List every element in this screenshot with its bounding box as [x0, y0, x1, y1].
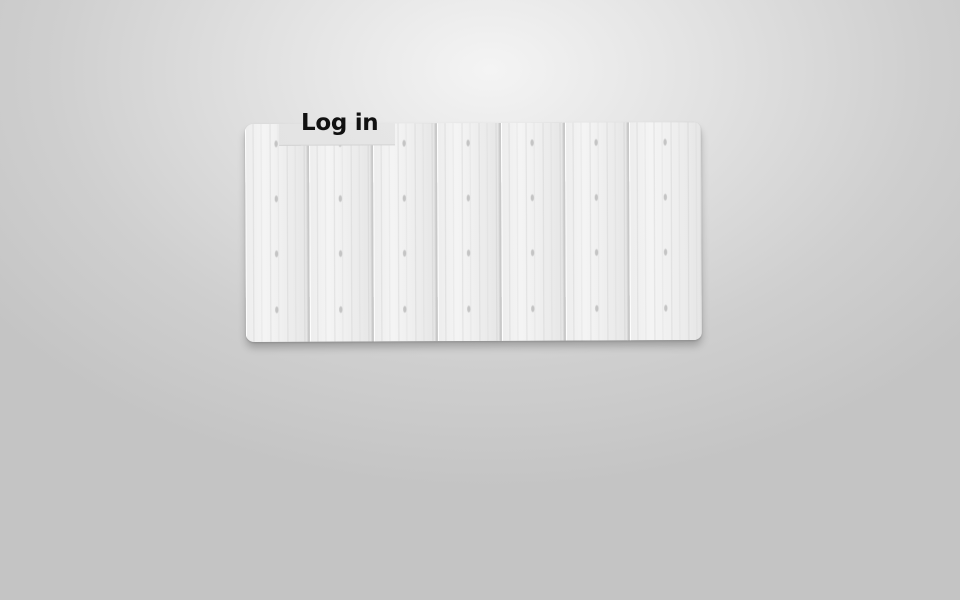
wood-plank: [245, 123, 310, 342]
wood-plank: [500, 122, 566, 341]
login-tab[interactable]: Log in: [301, 110, 379, 136]
wood-plank: [564, 122, 630, 341]
wood-plank: [628, 122, 702, 341]
wood-plank: [308, 123, 374, 342]
login-board: [245, 122, 702, 342]
wood-plank: [372, 123, 438, 342]
wood-plank: [436, 122, 502, 342]
